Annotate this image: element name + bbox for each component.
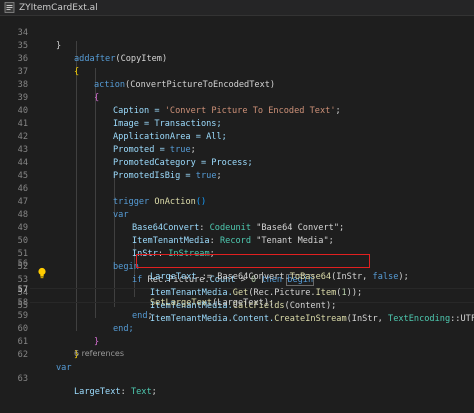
code-line: 56 LargeText := Base64Convert.ToBase64(I… <box>0 258 474 282</box>
line-number: 56 <box>17 259 28 269</box>
code-line: 59 end; <box>17 311 134 335</box>
code-line: 63 LargeText: Text; <box>17 374 157 398</box>
code-editor-tail: 56 LargeText := Base64Convert.ToBase64(I… <box>0 17 474 398</box>
text-cursor <box>262 272 263 283</box>
references-codelens[interactable]: 6 references <box>74 348 124 360</box>
code-line: 60 } <box>17 324 100 348</box>
code-line: 61 } <box>17 337 80 361</box>
code-line: 58 end; <box>17 298 153 322</box>
code-line: 57 SetLargeText(LargeText); <box>17 285 275 309</box>
code-line: 62 var <box>17 350 72 374</box>
